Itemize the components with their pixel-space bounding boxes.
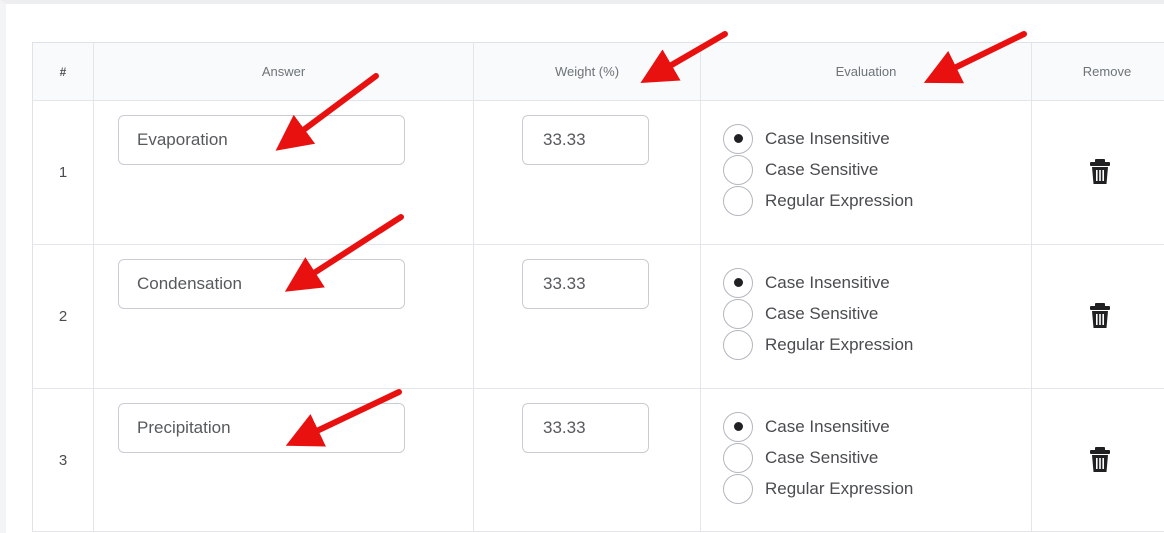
trash-icon[interactable]	[1089, 447, 1111, 473]
row-number: 3	[58, 451, 68, 469]
weight-input[interactable]	[522, 115, 649, 165]
weight-input[interactable]	[522, 403, 649, 453]
weight-cell	[473, 244, 701, 389]
radio-option-case-insensitive[interactable]: Case Insensitive	[723, 267, 913, 298]
radio-option-regular-expression[interactable]: Regular Expression	[723, 473, 913, 504]
radio-label: Case Insensitive	[765, 128, 890, 148]
answer-input[interactable]	[118, 115, 405, 165]
evaluation-radio-group: Case Insensitive Case Sensitive Regular …	[723, 123, 913, 216]
radio-label: Case Insensitive	[765, 416, 890, 436]
radio-label: Regular Expression	[765, 190, 914, 210]
radio-option-case-insensitive[interactable]: Case Insensitive	[723, 411, 913, 442]
radio-button[interactable]	[723, 329, 753, 360]
radio-option-case-insensitive[interactable]: Case Insensitive	[723, 123, 913, 154]
evaluation-cell: Case Insensitive Case Sensitive Regular …	[700, 244, 1032, 389]
radio-button[interactable]	[723, 442, 753, 473]
remove-cell	[1031, 100, 1164, 245]
evaluation-radio-group: Case Insensitive Case Sensitive Regular …	[723, 411, 913, 504]
answer-cell	[93, 388, 474, 532]
radio-label: Case Sensitive	[765, 447, 879, 467]
table-header-row: # Answer Weight (%) Evaluation Remove	[32, 42, 1164, 101]
row-number-cell: 2	[32, 244, 94, 389]
radio-label: Case Sensitive	[765, 159, 879, 179]
row-number-cell: 1	[32, 100, 94, 245]
weight-input[interactable]	[522, 259, 649, 309]
radio-label: Case Insensitive	[765, 272, 890, 292]
header-remove: Remove	[1031, 42, 1164, 101]
radio-button[interactable]	[723, 267, 753, 298]
weight-cell	[473, 100, 701, 245]
radio-button[interactable]	[723, 123, 753, 154]
radio-button[interactable]	[723, 185, 753, 216]
remove-cell	[1031, 244, 1164, 389]
table-row: 1 Case Insensitive Case Sensitive Regula…	[32, 100, 1164, 245]
radio-label: Regular Expression	[765, 334, 914, 354]
header-weight: Weight (%)	[473, 42, 701, 101]
table-row: 2 Case Insensitive Case Sensitive Regula…	[32, 244, 1164, 389]
trash-icon[interactable]	[1089, 303, 1111, 329]
row-number-cell: 3	[32, 388, 94, 532]
answer-cell	[93, 100, 474, 245]
weight-cell	[473, 388, 701, 532]
row-number: 2	[58, 308, 68, 325]
answer-cell	[93, 244, 474, 389]
radio-option-case-sensitive[interactable]: Case Sensitive	[723, 442, 913, 473]
answer-input[interactable]	[118, 259, 405, 309]
evaluation-cell: Case Insensitive Case Sensitive Regular …	[700, 388, 1032, 532]
row-number: 1	[58, 164, 68, 181]
header-answer: Answer	[93, 42, 474, 101]
radio-option-regular-expression[interactable]: Regular Expression	[723, 185, 913, 216]
radio-label: Case Sensitive	[765, 303, 879, 323]
evaluation-cell: Case Insensitive Case Sensitive Regular …	[700, 100, 1032, 245]
page: # Answer Weight (%) Evaluation Remove 1 …	[0, 0, 1164, 533]
remove-cell	[1031, 388, 1164, 532]
radio-option-case-sensitive[interactable]: Case Sensitive	[723, 298, 913, 329]
table-row: 3 Case Insensitive Case Sensitive Regula…	[32, 388, 1164, 532]
header-number: #	[32, 42, 94, 101]
radio-option-case-sensitive[interactable]: Case Sensitive	[723, 154, 913, 185]
answers-table: # Answer Weight (%) Evaluation Remove 1 …	[32, 42, 1164, 532]
evaluation-radio-group: Case Insensitive Case Sensitive Regular …	[723, 267, 913, 360]
answer-input[interactable]	[118, 403, 405, 453]
header-evaluation: Evaluation	[700, 42, 1032, 101]
radio-button[interactable]	[723, 473, 753, 504]
radio-button[interactable]	[723, 411, 753, 442]
radio-button[interactable]	[723, 298, 753, 329]
radio-button[interactable]	[723, 154, 753, 185]
trash-icon[interactable]	[1089, 159, 1111, 185]
radio-option-regular-expression[interactable]: Regular Expression	[723, 329, 913, 360]
radio-label: Regular Expression	[765, 478, 914, 498]
